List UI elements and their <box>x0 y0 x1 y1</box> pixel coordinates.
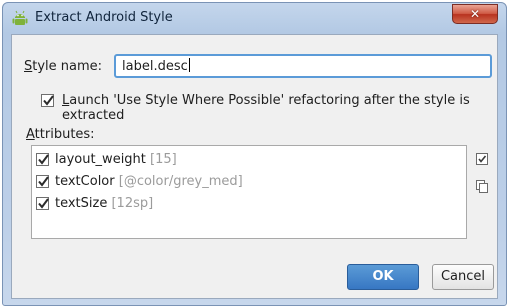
close-button[interactable]: ✕ <box>452 4 498 24</box>
text-caret <box>188 58 190 72</box>
checkmark-icon <box>43 95 54 106</box>
checkmark-icon <box>38 198 49 209</box>
attribute-label: textColor [@color/grey_med] <box>55 174 243 189</box>
window-title: Extract Android Style <box>35 10 173 25</box>
dialog-window: Extract Android Style ✕ Style name: labe… <box>2 2 507 306</box>
attribute-label: textSize [12sp] <box>55 196 154 211</box>
refactor-checkbox[interactable] <box>41 94 54 107</box>
android-icon <box>11 10 29 28</box>
style-name-label: Style name: <box>24 59 103 74</box>
style-name-input[interactable]: label.desc <box>114 54 492 78</box>
ok-button[interactable]: OK <box>347 264 419 290</box>
checkmark-icon <box>38 154 49 165</box>
attribute-checkbox[interactable] <box>36 197 49 210</box>
attribute-label: layout_weight [15] <box>55 152 177 167</box>
copy-icon[interactable] <box>475 179 489 193</box>
title-bar[interactable]: Extract Android Style ✕ <box>3 3 506 33</box>
attribute-checkbox[interactable] <box>36 153 49 166</box>
attribute-checkbox[interactable] <box>36 175 49 188</box>
close-icon: ✕ <box>469 7 481 21</box>
refactor-label[interactable]: Launch 'Use Style Where Possible' refact… <box>62 93 497 123</box>
dialog-content: Style name: label.desc Launch 'Use Style… <box>11 34 498 299</box>
select-all-icon[interactable] <box>475 152 489 166</box>
cancel-button[interactable]: Cancel <box>432 264 494 290</box>
attributes-label: Attributes: <box>26 127 95 142</box>
checkmark-icon <box>38 176 49 187</box>
attributes-list: layout_weight [15] textColor [@color/gre… <box>31 145 467 239</box>
